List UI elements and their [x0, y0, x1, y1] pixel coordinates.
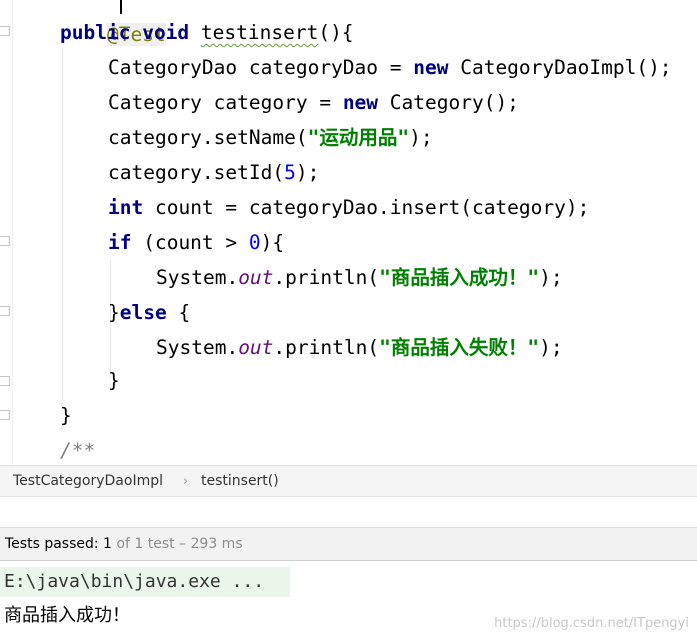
code-text: category.setId(: [108, 161, 285, 184]
console-command-line[interactable]: E:\java\bin\java.exe ...: [0, 567, 290, 597]
keyword-public: public: [60, 21, 131, 44]
code-text: .println(: [273, 266, 380, 289]
code-text: ){: [260, 231, 285, 254]
code-line-6[interactable]: int count = categoryDao.insert(category)…: [108, 190, 589, 225]
code-line-3[interactable]: Category category = new Category();: [108, 85, 519, 120]
number-literal: 0: [248, 231, 261, 254]
field-out: out: [238, 336, 274, 359]
panel-gap: [0, 497, 697, 527]
code-editor[interactable]: @Test public void testinsert(){ Category…: [0, 0, 697, 465]
string-literal: "商品插入失败！": [379, 336, 540, 359]
code-text: CategoryDao categoryDao =: [108, 56, 414, 79]
keyword-void: void: [142, 21, 190, 44]
code-line-7[interactable]: if (count > 0){: [108, 225, 284, 260]
fold-marker-icon[interactable]: [0, 236, 10, 246]
breadcrumb-class[interactable]: TestCategoryDaoImpl: [13, 473, 163, 489]
code-text: );: [539, 266, 563, 289]
keyword-else: else: [119, 301, 167, 324]
string-literal: "运动用品": [307, 126, 410, 149]
keyword-new: new: [342, 91, 379, 114]
code-line-2[interactable]: CategoryDao categoryDao = new CategoryDa…: [108, 50, 672, 85]
code-line-11[interactable]: }: [108, 363, 120, 398]
code-text: count = categoryDao.insert(category);: [143, 196, 590, 219]
code-text: .println(: [273, 336, 380, 359]
tests-passed-count: 1: [103, 536, 112, 552]
breadcrumb: TestCategoryDaoImpl › testinsert(): [0, 465, 697, 497]
code-text: category.setName(: [108, 126, 308, 149]
indent-guide: [62, 48, 63, 400]
breadcrumb-separator-icon: ›: [183, 474, 189, 489]
method-name: testinsert: [200, 21, 319, 44]
console-output-line: 商品插入成功！: [4, 605, 130, 626]
number-literal: 5: [284, 161, 296, 184]
code-text: Category category =: [108, 91, 343, 114]
tests-detail: of 1 test – 293 ms: [111, 536, 243, 552]
code-text: Category();: [378, 91, 519, 114]
code-text: (count >: [131, 231, 249, 254]
code-text: }: [108, 301, 120, 324]
method-parens: (){: [318, 21, 354, 44]
code-line-9[interactable]: }else {: [108, 295, 190, 330]
code-line-12[interactable]: }: [60, 398, 72, 433]
test-status-text: Tests passed: 1 of 1 test – 293 ms: [5, 536, 243, 552]
run-console[interactable]: E:\java\bin\java.exe ... 商品插入成功！ https:/…: [0, 561, 697, 644]
fold-marker-icon[interactable]: [0, 376, 10, 386]
fold-marker-icon[interactable]: [0, 410, 10, 420]
code-text: System.: [156, 266, 239, 289]
comment-start: /**: [60, 439, 96, 462]
keyword-if: if: [108, 231, 132, 254]
code-line-4[interactable]: category.setName("运动用品");: [108, 120, 433, 155]
tests-passed-label: Tests passed:: [5, 536, 104, 552]
text-caret: [120, 0, 122, 14]
watermark-text: https://blog.csdn.net/ITpengyi: [494, 616, 689, 631]
keyword-int: int: [108, 196, 144, 219]
breadcrumb-method[interactable]: testinsert(): [201, 473, 279, 489]
code-line-method-signature[interactable]: public void testinsert(){: [60, 15, 354, 50]
code-text: }: [60, 404, 72, 427]
code-line-5[interactable]: category.setId(5);: [108, 155, 319, 190]
code-line-8[interactable]: System.out.println("商品插入成功！");: [156, 260, 563, 295]
test-status-bar: Tests passed: 1 of 1 test – 293 ms: [0, 527, 697, 561]
keyword-new: new: [413, 56, 449, 79]
editor-gutter: [0, 0, 13, 465]
fold-marker-icon[interactable]: [0, 26, 10, 36]
code-text: }: [108, 369, 120, 392]
code-text: );: [295, 161, 320, 184]
fold-marker-icon[interactable]: [0, 306, 10, 316]
code-text: );: [409, 126, 433, 149]
code-text: {: [166, 301, 191, 324]
code-text: System.: [156, 336, 239, 359]
code-line-10[interactable]: System.out.println("商品插入失败！");: [156, 330, 563, 365]
code-text: CategoryDaoImpl();: [448, 56, 672, 79]
field-out: out: [238, 266, 274, 289]
code-text: );: [539, 336, 563, 359]
string-literal: "商品插入成功！": [379, 266, 540, 289]
code-line-13[interactable]: /**: [60, 433, 95, 465]
